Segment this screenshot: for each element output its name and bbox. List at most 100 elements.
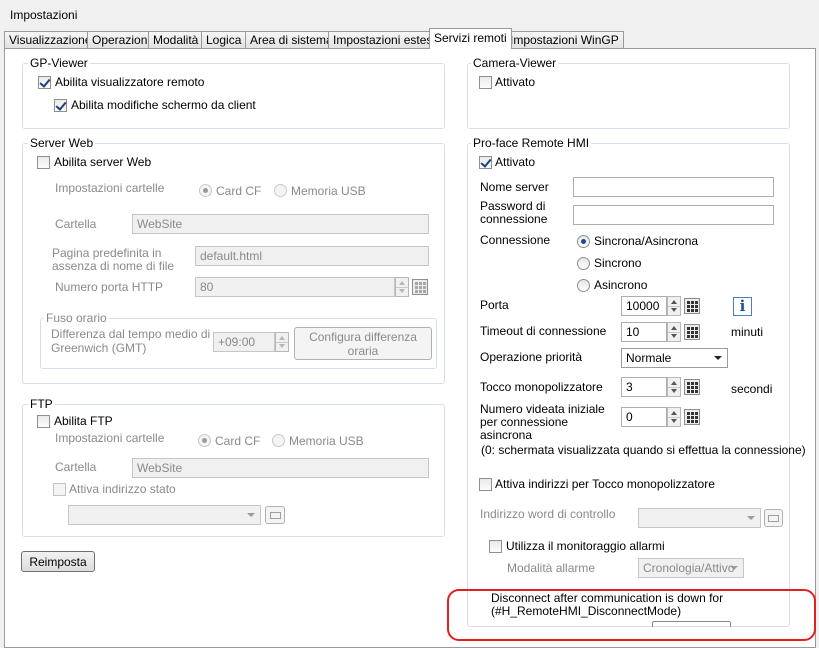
server-web-title: Server Web [28,136,96,150]
highlight-box [447,589,816,641]
web-card-cf-label: Card CF [216,184,262,198]
gmt-label: Differenza dal tempo medio di Greenwich … [51,327,211,355]
status-address-checkbox[interactable] [53,483,66,496]
connection-async-label: Asincrono [594,278,648,292]
timeout-unit: minuti [731,325,764,339]
timeout-keypad-icon[interactable] [684,324,700,340]
connection-label: Connessione [480,233,551,247]
ftp-usb-radio[interactable] [272,434,285,447]
control-word-label: Indirizzo word di controllo [480,507,616,521]
reset-button[interactable]: Reimposta [21,551,95,572]
initial-screen-keypad-icon[interactable] [684,409,700,425]
ftp-folder-input[interactable]: WebSite [132,458,429,478]
control-word-combo[interactable] [638,508,761,528]
ftp-address-combo[interactable] [68,505,261,525]
initial-screen-label: Numero videata iniziale per connessione … [480,402,605,442]
http-port-input[interactable]: 80 [195,277,395,297]
server-name-label: Nome server [480,180,549,194]
tab-impostazioni-estese[interactable]: Impostazioni estese [328,31,445,48]
enable-ftp-label: Abilita FTP [54,414,113,428]
password-label: Password di connessione [480,199,548,226]
gp-viewer-title: GP-Viewer [28,56,90,70]
remote-hmi-title: Pro-face Remote HMI [471,136,592,150]
web-usb-label: Memoria USB [291,184,366,198]
touch-keypad-icon[interactable] [684,379,700,395]
ftp-folder-label: Cartella [55,460,97,474]
priority-select[interactable]: Normale [621,348,728,368]
alarm-monitoring-label: Utilizza il monitoraggio allarmi [506,539,665,553]
tab-servizi-remoti[interactable]: Servizi remoti [429,28,512,49]
ftp-folder-settings-label: Impostazioni cartelle [55,431,165,445]
camera-viewer-title: Camera-Viewer [471,56,559,70]
web-folder-label: Cartella [55,217,97,231]
touch-label: Tocco monopolizzatore [480,380,603,394]
http-port-label: Numero porta HTTP [55,280,164,294]
touch-spin-icon[interactable] [667,377,681,397]
port-label: Porta [480,298,509,312]
web-usb-radio[interactable] [274,184,287,197]
alarm-mode-label: Modalità allarme [507,561,596,575]
priority-label: Operazione priorità [480,350,583,364]
window-title: Impostazioni [10,8,78,22]
enable-client-edit-label: Abilita modifiche schermo da client [71,98,256,112]
ftp-card-cf-radio[interactable] [198,434,211,447]
server-name-input[interactable] [573,177,774,197]
ftp-address-keypad-icon[interactable] [265,506,285,524]
gp-viewer-group [22,63,445,129]
tab-area-di-sistema[interactable]: Area di sistema [245,31,338,48]
remote-hmi-activated-checkbox[interactable] [479,156,492,169]
port-input[interactable]: 10000 [621,296,667,316]
enable-server-web-label: Abilita server Web [54,155,152,169]
default-page-input[interactable]: default.html [195,246,429,266]
timeout-input[interactable]: 10 [621,322,667,342]
control-word-keypad-icon[interactable] [764,509,783,527]
web-folder-settings-label: Impostazioni cartelle [55,181,165,195]
enable-remote-viewer-checkbox[interactable] [38,76,51,89]
alarm-mode-select[interactable]: Cronologia/Attivo [638,558,744,578]
timeout-label: Timeout di connessione [480,324,607,338]
status-address-label: Attiva indirizzo stato [69,482,176,496]
touch-unit: secondi [731,382,773,396]
remote-hmi-activated-label: Attivato [495,155,536,169]
tab-logica[interactable]: Logica [201,31,247,48]
ftp-title: FTP [28,397,55,411]
ftp-card-cf-label: Card CF [215,434,261,448]
timeout-spin-icon[interactable] [667,322,681,342]
port-spin-icon[interactable] [667,296,681,316]
camera-activated-checkbox[interactable] [479,76,492,89]
configure-time-difference-button[interactable]: Configura differenza oraria [294,327,432,360]
initial-screen-spin-icon[interactable] [667,407,681,427]
default-page-label: Pagina predefinita in assenza di nome di… [52,246,175,273]
port-keypad-icon[interactable] [684,298,700,314]
touch-input[interactable]: 3 [621,377,667,397]
password-input[interactable] [573,205,774,225]
gmt-spin-icon[interactable] [275,332,289,352]
touch-address-checkbox[interactable] [479,478,492,491]
timezone-title: Fuso orario [44,311,109,325]
connection-sync-label: Sincrono [594,256,642,270]
info-icon[interactable]: i [733,297,752,316]
enable-client-edit-checkbox[interactable] [54,99,67,112]
enable-server-web-checkbox[interactable] [37,156,50,169]
tab-operazioni[interactable]: Operazioni [87,31,156,48]
gmt-input[interactable]: +09:00 [213,332,275,352]
tab-modalita[interactable]: Modalità [148,31,204,48]
initial-screen-input[interactable]: 0 [621,407,667,427]
camera-viewer-group [467,63,790,129]
web-folder-input[interactable]: WebSite [132,214,429,234]
tab-impostazioni-wingp[interactable]: Impostazioni WinGP [505,31,624,48]
connection-sync-async-label: Sincrona/Asincrona [594,234,699,248]
ftp-usb-label: Memoria USB [289,434,364,448]
http-port-keypad-icon[interactable] [412,279,428,295]
touch-address-label: Attiva indirizzi per Tocco monopolizzato… [495,477,715,491]
initial-screen-note: (0: schermata visualizzata quando si eff… [481,443,806,457]
alarm-monitoring-checkbox[interactable] [489,540,502,553]
enable-ftp-checkbox[interactable] [37,415,50,428]
connection-sync-async-radio[interactable] [577,235,590,248]
connection-sync-radio[interactable] [577,257,590,270]
connection-async-radio[interactable] [577,279,590,292]
tab-visualizzazione[interactable]: Visualizzazione [4,31,97,48]
web-card-cf-radio[interactable] [199,184,212,197]
http-port-spin-icon[interactable] [395,277,409,297]
camera-activated-label: Attivato [495,75,536,89]
